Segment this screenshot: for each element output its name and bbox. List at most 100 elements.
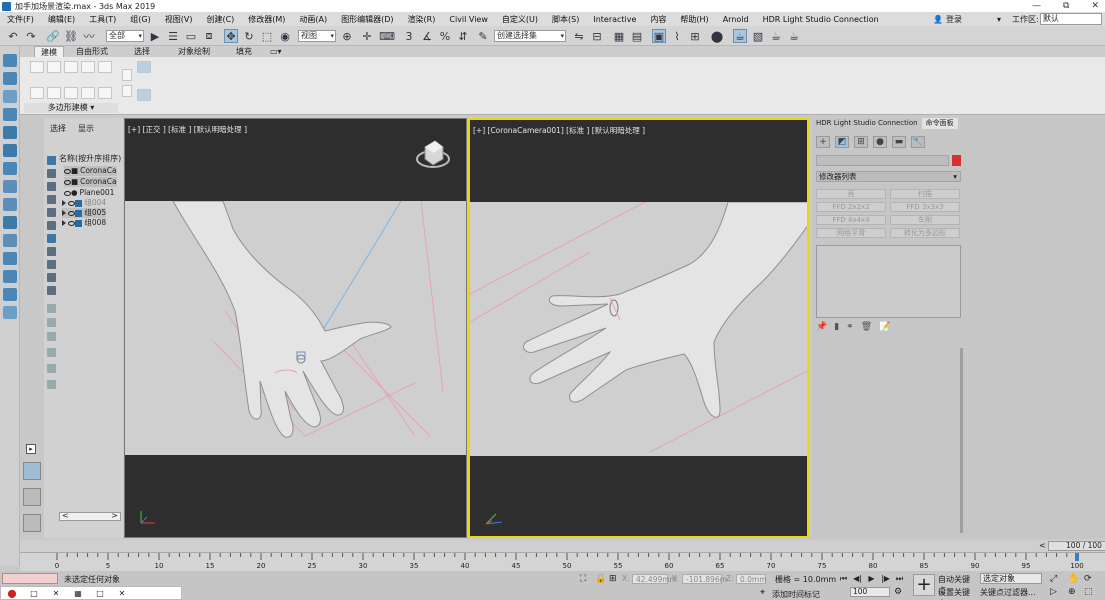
ribbon-tool-1-icon[interactable] [30, 87, 44, 99]
menu-group[interactable]: 组(G) [123, 14, 157, 25]
login-button[interactable]: 👤 登录 ▾ [933, 12, 1001, 26]
scene-explorer-toggle-icon[interactable]: ▦ [612, 29, 626, 43]
create-cameras-icon[interactable] [3, 108, 17, 121]
named-selection-set-select[interactable]: 创建选择集 [494, 30, 566, 42]
maximize-viewport-icon[interactable]: ⬚ [1084, 587, 1093, 597]
workspace-select[interactable]: 默认 [1040, 13, 1102, 25]
pin-stack-icon[interactable]: 📌 [816, 322, 827, 332]
create-lights-icon[interactable] [3, 90, 17, 103]
modify-tab-icon[interactable]: ◩ [835, 136, 849, 148]
explorer-horizontal-scrollbar[interactable] [59, 511, 121, 521]
polygon-mode-icon[interactable] [81, 61, 95, 73]
angle-snap-icon[interactable]: ∡ [420, 29, 434, 43]
select-by-name-icon[interactable]: ☰ [166, 29, 180, 43]
filter-options-icon[interactable] [47, 332, 56, 341]
border-mode-icon[interactable] [64, 61, 78, 73]
filter-bones-icon[interactable] [47, 273, 56, 282]
menu-create[interactable]: 创建(C) [199, 14, 241, 25]
tool-6-icon[interactable] [3, 270, 17, 283]
redo-icon[interactable]: ↷ [24, 29, 38, 43]
ribbon-tab-freeform[interactable]: 自由形式 [70, 46, 114, 57]
select-manipulate-icon[interactable]: ✛ [360, 29, 374, 43]
tool-5-icon[interactable] [3, 252, 17, 265]
set-key-button[interactable]: 设置关键点 [938, 587, 976, 600]
menu-tools[interactable]: 工具(T) [82, 14, 123, 25]
tool-8-icon[interactable] [3, 306, 17, 319]
ribbon-tool-4-icon[interactable] [81, 87, 95, 99]
viewport-label-right[interactable]: [+] [CoronaCamera001] [标准 ] [默认明暗处理 ] [473, 125, 645, 136]
ribbon-tab-modeling[interactable]: 建模 [34, 46, 64, 57]
render-iterative-icon[interactable]: ☕ [787, 29, 801, 43]
key-filters-button[interactable]: 关键点过滤器... [980, 587, 1036, 598]
auto-key-button[interactable]: 自动关键点 [938, 574, 976, 595]
explorer-column-header[interactable]: 名称(按升序排序) [59, 153, 121, 164]
viewcube-icon[interactable] [415, 137, 451, 171]
field-of-view-icon[interactable]: ▷ [1050, 587, 1057, 597]
layout-tab-3-icon[interactable] [23, 514, 41, 532]
maxscript-listener-field[interactable] [2, 573, 58, 584]
filter-spacewarps-icon[interactable] [47, 234, 56, 243]
modifier-list-select[interactable]: 修改器列表 [816, 171, 961, 182]
filter-none-icon[interactable] [47, 304, 56, 313]
schematic-view-icon[interactable]: ⊞ [688, 29, 702, 43]
visibility-eye-icon[interactable] [64, 179, 71, 185]
ribbon-group-label[interactable]: 多边形建模 ▾ [24, 103, 118, 113]
utilities-tab-icon[interactable]: 🔧 [911, 136, 925, 148]
track-bar[interactable]: 0 5 10 15 20 25 30 35 40 45 50 55 60 65 70 75 80 85 90 95 10… [20, 552, 1105, 571]
select-object-icon[interactable]: ▶ [148, 29, 162, 43]
menu-help[interactable]: 帮助(H) [673, 14, 715, 25]
modifier-stack[interactable] [816, 245, 961, 318]
explorer-row[interactable]: 组008 [62, 218, 106, 228]
restore-button[interactable]: ⧉ [1063, 0, 1069, 12]
viewport-label-left[interactable]: [+] [正交 ] [标准 ] [默认明暗处理 ] [128, 124, 247, 135]
pivot-center-icon[interactable]: ⊕ [340, 29, 354, 43]
expand-arrow-icon[interactable]: ▸ [26, 444, 36, 454]
rendered-frame-window-icon[interactable]: ▧ [751, 29, 765, 43]
percent-snap-icon[interactable]: % [438, 29, 452, 43]
curve-editor-icon[interactable]: ⌇ [670, 29, 684, 43]
menu-content[interactable]: 内容 [643, 14, 673, 25]
taskbar-close-2-icon[interactable]: ✕ [111, 589, 133, 598]
visibility-eye-icon[interactable] [64, 190, 71, 196]
z-coordinate-field[interactable]: 0.0mm [736, 574, 767, 584]
edge-mode-icon[interactable] [47, 61, 61, 73]
create-geometry-icon[interactable] [3, 54, 17, 67]
filter-xrefs-icon[interactable] [47, 260, 56, 269]
visibility-eye-icon[interactable] [68, 200, 76, 206]
menu-views[interactable]: 视图(V) [158, 14, 200, 25]
menu-rendering[interactable]: 渲染(R) [401, 14, 443, 25]
window-crossing-icon[interactable]: ⧈ [202, 29, 216, 43]
render-production-icon[interactable]: ☕ [769, 29, 783, 43]
viewport-orthographic[interactable]: [+] [正交 ] [标准 ] [默认明暗处理 ] [124, 118, 467, 538]
mirror-icon[interactable]: ⇋ [572, 29, 586, 43]
filter-groups-icon[interactable] [47, 247, 56, 256]
taskbar-window-1-icon[interactable]: □ [23, 589, 45, 598]
select-move-icon[interactable]: ✥ [224, 29, 238, 43]
menu-modifiers[interactable]: 修改器(M) [241, 14, 292, 25]
explorer-row[interactable]: ■ CoronaCa [64, 166, 117, 176]
layout-tab-1-icon[interactable] [23, 462, 41, 480]
rect-selection-icon[interactable]: ▭ [184, 29, 198, 43]
filter-cameras-icon[interactable] [47, 208, 56, 217]
ribbon-tab-selection[interactable]: 选择 [128, 46, 156, 57]
material-editor-icon[interactable]: ⬤ [710, 29, 724, 43]
modifier-button-lathe[interactable]: 车削 [890, 215, 960, 225]
menu-edit[interactable]: 编辑(E) [41, 14, 82, 25]
filter-all-icon[interactable] [47, 156, 56, 165]
minimize-button[interactable]: — [1032, 0, 1041, 12]
object-color-swatch[interactable] [952, 155, 961, 166]
ribbon-tool-2-icon[interactable] [47, 87, 61, 99]
selection-filter-select[interactable]: 全部 [106, 30, 144, 42]
place-icon[interactable]: ◉ [278, 29, 292, 43]
modifier-button-ffd222[interactable]: FFD 2x2x2 [816, 202, 886, 212]
time-tag-icon[interactable]: ⌖ [760, 588, 765, 598]
tab-command-panel[interactable]: 命令面板 [921, 118, 958, 129]
time-slider[interactable]: < 100 / 100 [20, 540, 1105, 552]
go-to-start-icon[interactable]: ⏮ [838, 573, 849, 584]
create-tab-icon[interactable]: + [816, 136, 830, 148]
hierarchy-tab-icon[interactable]: ⊞ [854, 136, 868, 148]
command-panel-scrollbar[interactable] [960, 348, 963, 533]
systems-icon[interactable] [3, 162, 17, 175]
isolate-selection-icon[interactable]: ⛶ [580, 574, 586, 584]
time-slider-frame-box[interactable]: 100 / 100 [1048, 541, 1105, 551]
